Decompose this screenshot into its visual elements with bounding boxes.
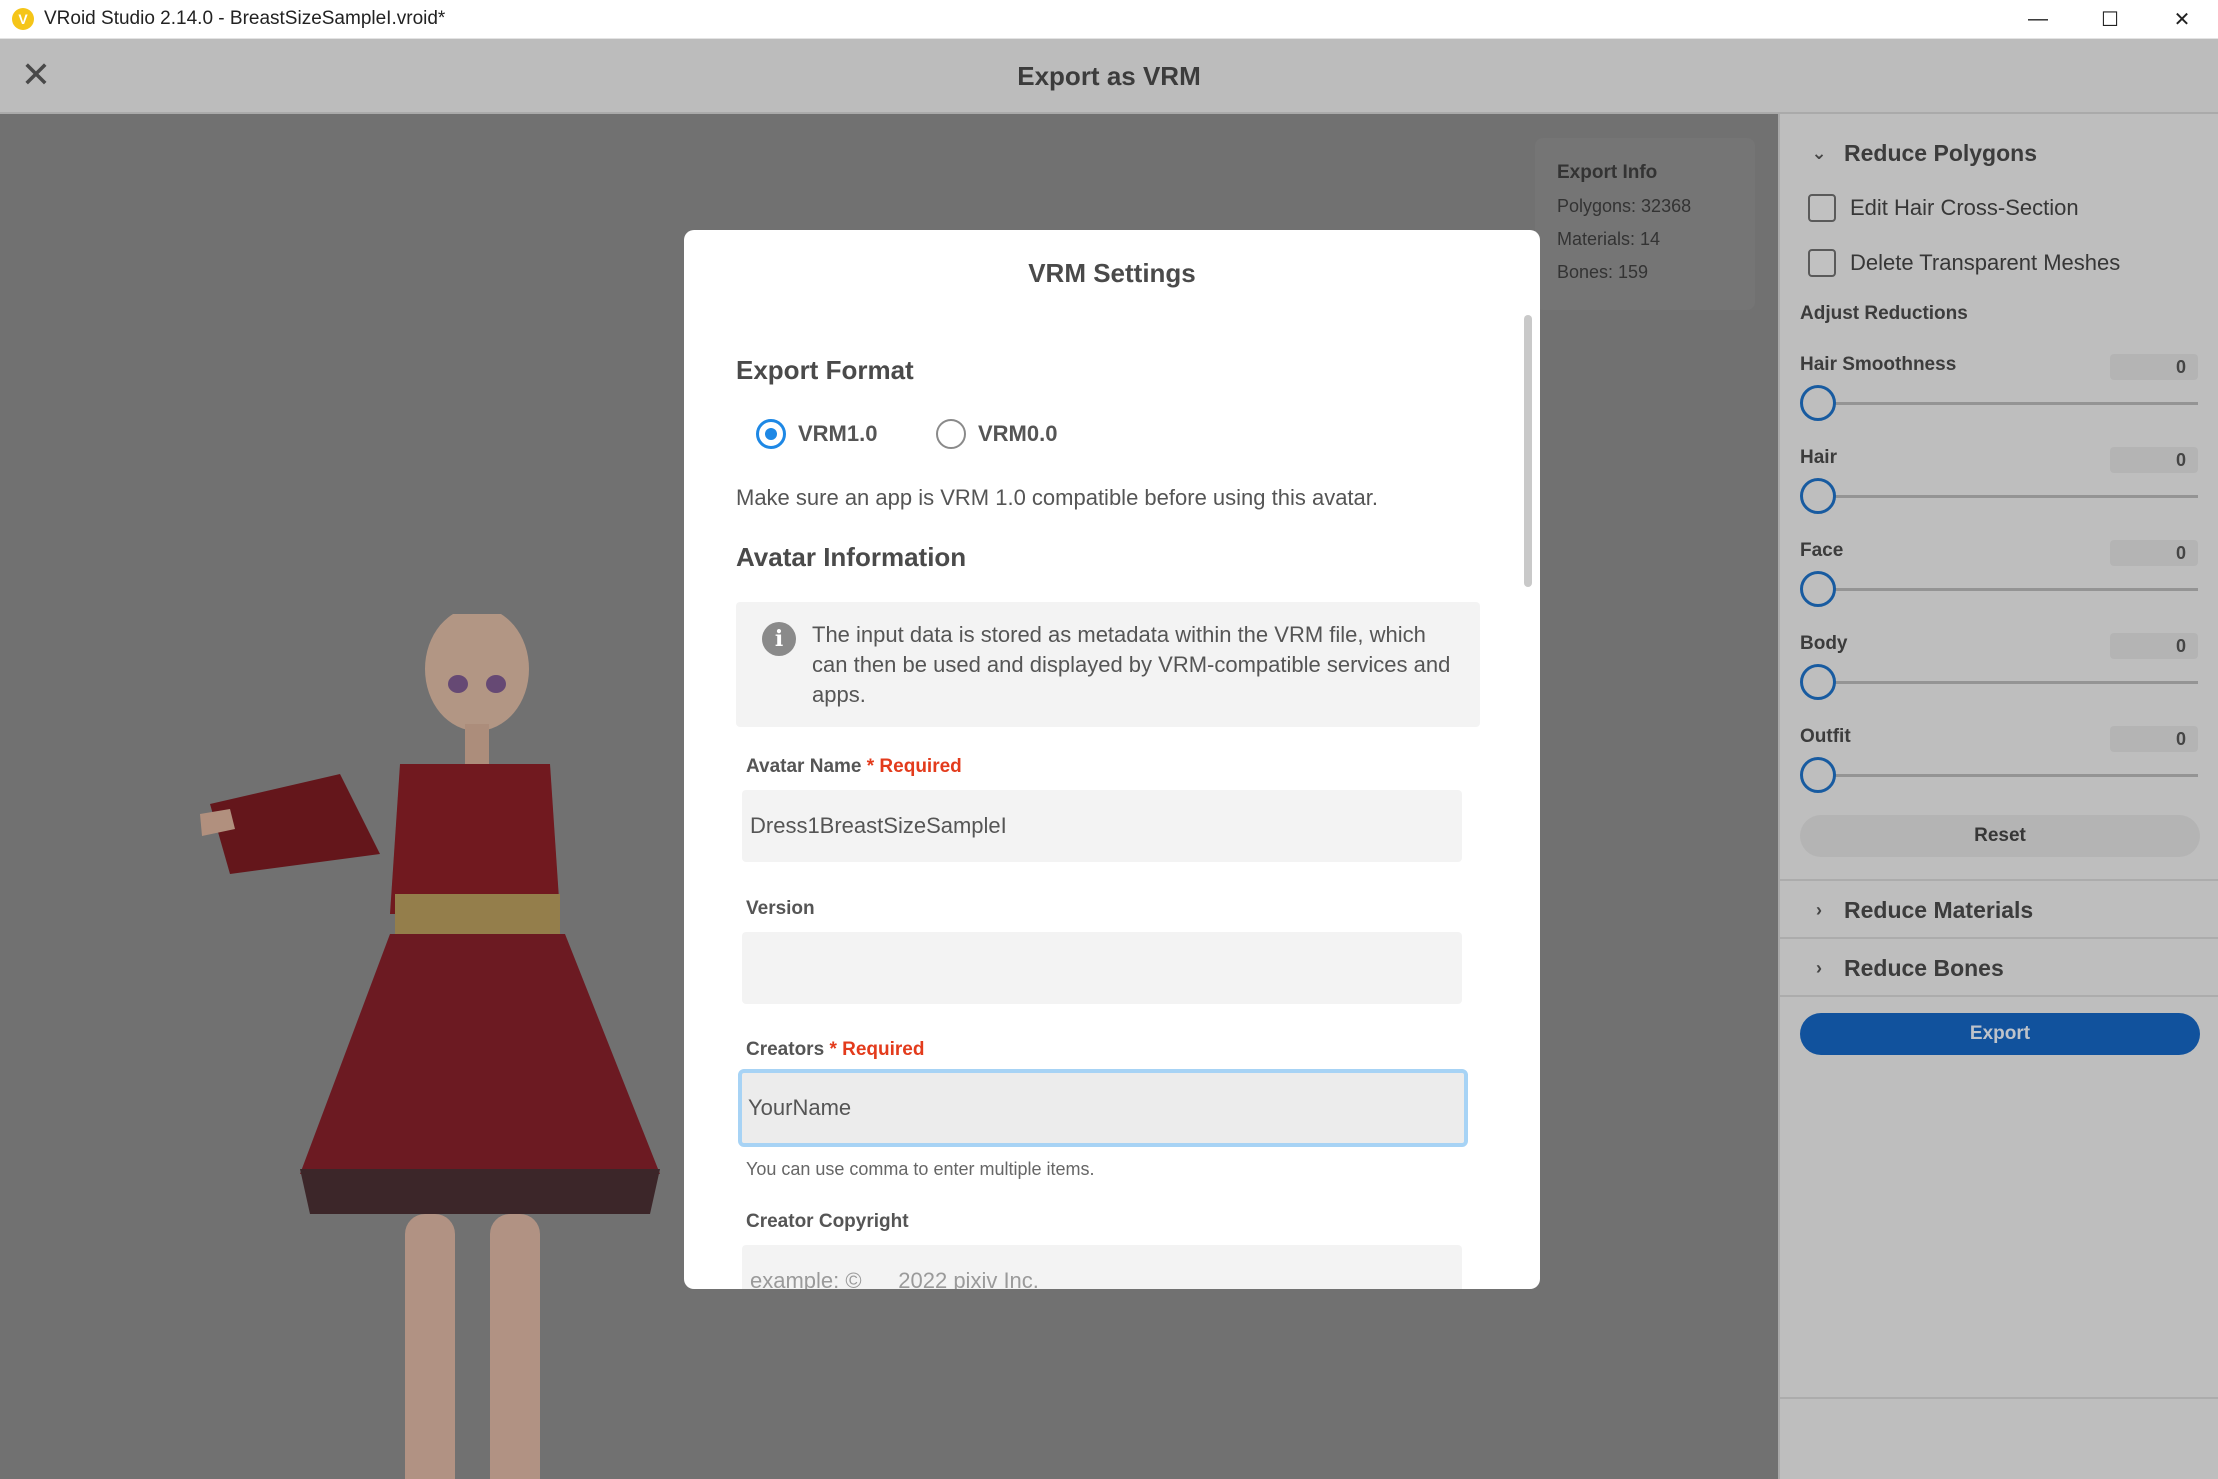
checkbox-label: Edit Hair Cross-Section — [1850, 195, 2079, 220]
reduce-polygons-label: Reduce Polygons — [1844, 140, 2037, 166]
edit-hair-cross-section-checkbox[interactable]: Edit Hair Cross-Section — [1808, 194, 2079, 222]
slider-value-outfit[interactable]: 0 — [2110, 726, 2198, 752]
reduce-materials-label: Reduce Materials — [1844, 897, 2034, 923]
window-titlebar: V VRoid Studio 2.14.0 - BreastSizeSample… — [0, 0, 2218, 39]
radio-label: VRM0.0 — [978, 421, 1058, 446]
required-marker: * Required — [829, 1039, 925, 1060]
slider-label-face: Face — [1800, 540, 1844, 561]
required-marker: * Required — [866, 756, 962, 777]
dialog-title: VRM Settings — [1028, 258, 1196, 288]
creators-label: Creators * Required — [746, 1039, 924, 1061]
compatibility-note: Make sure an app is VRM 1.0 compatible b… — [736, 485, 1379, 510]
info-box: i The input data is stored as metadata w… — [736, 602, 1480, 727]
radio-button-selected[interactable] — [756, 419, 786, 449]
divider — [1780, 1397, 2218, 1399]
slider-thumb-face[interactable] — [1800, 571, 1836, 607]
reduce-bones-label: Reduce Bones — [1844, 955, 2004, 981]
page-title: Export as VRM — [1017, 61, 1201, 91]
slider-track-face[interactable] — [1818, 588, 2198, 591]
slider-track-outfit[interactable] — [1818, 774, 2198, 777]
divider — [1780, 995, 2218, 997]
avatar-name-input[interactable] — [742, 790, 1462, 862]
slider-label-body: Body — [1800, 633, 1848, 654]
version-label: Version — [746, 898, 815, 919]
radio-vrm1[interactable]: VRM1.0 — [756, 419, 877, 449]
slider-track-hair-smoothness[interactable] — [1818, 402, 2198, 405]
vrm-settings-dialog: VRM Settings Export Format VRM1.0 VRM0.0… — [684, 230, 1540, 1289]
close-window-button[interactable]: ✕ — [2146, 0, 2218, 39]
slider-value-body[interactable]: 0 — [2110, 633, 2198, 659]
creator-copyright-label: Creator Copyright — [746, 1211, 909, 1232]
info-text: The input data is stored as metadata wit… — [812, 622, 1451, 707]
reduce-materials-header[interactable]: › Reduce Materials — [1806, 897, 2033, 924]
reset-button[interactable]: Reset — [1800, 815, 2200, 857]
slider-thumb-body[interactable] — [1800, 664, 1836, 700]
checkbox-label: Delete Transparent Meshes — [1850, 250, 2121, 275]
chevron-down-icon: ⌄ — [1811, 143, 1827, 163]
adjust-reductions-heading: Adjust Reductions — [1800, 303, 1968, 324]
slider-value-hair[interactable]: 0 — [2110, 447, 2198, 473]
vroid-logo-icon: V — [12, 8, 34, 30]
creators-label-text: Creators — [746, 1039, 825, 1060]
avatar-name-label-text: Avatar Name — [746, 756, 862, 777]
info-icon: i — [762, 622, 796, 656]
avatar-information-heading: Avatar Information — [736, 542, 967, 572]
avatar-model-image — [200, 614, 660, 1479]
creators-hint: You can use comma to enter multiple item… — [746, 1159, 1095, 1179]
radio-button[interactable] — [936, 419, 966, 449]
creator-copyright-input[interactable] — [742, 1245, 1462, 1289]
window-controls: — ☐ ✕ — [2002, 0, 2218, 39]
maximize-button[interactable]: ☐ — [2074, 0, 2146, 39]
checkbox-box[interactable] — [1808, 249, 1836, 277]
slider-value-hair-smoothness[interactable]: 0 — [2110, 354, 2198, 380]
radio-label: VRM1.0 — [798, 421, 878, 446]
polygons-count: Polygons: 32368 — [1557, 196, 1692, 216]
chevron-right-icon: › — [1816, 900, 1822, 920]
avatar-name-label: Avatar Name * Required — [746, 756, 962, 778]
creators-input[interactable] — [738, 1069, 1468, 1147]
slider-track-hair[interactable] — [1818, 495, 2198, 498]
dialog-scrollbar[interactable] — [1524, 315, 1532, 587]
reduce-polygons-header[interactable]: ⌄ Reduce Polygons — [1806, 140, 2037, 167]
window-title: VRoid Studio 2.14.0 - BreastSizeSampleI.… — [44, 8, 446, 29]
export-button[interactable]: Export — [1800, 1013, 2200, 1055]
minimize-button[interactable]: — — [2002, 0, 2074, 39]
bones-count: Bones: 159 — [1557, 262, 1649, 282]
chevron-right-icon: › — [1816, 958, 1822, 978]
slider-thumb-hair-smoothness[interactable] — [1800, 385, 1836, 421]
radio-vrm0[interactable]: VRM0.0 — [936, 419, 1057, 449]
version-input[interactable] — [742, 932, 1462, 1004]
slider-label-hair: Hair — [1800, 447, 1837, 468]
slider-thumb-outfit[interactable] — [1800, 757, 1836, 793]
export-format-heading: Export Format — [736, 355, 914, 385]
reduce-bones-header[interactable]: › Reduce Bones — [1806, 955, 2004, 982]
slider-value-face[interactable]: 0 — [2110, 540, 2198, 566]
divider — [1780, 937, 2218, 939]
export-header: ✕ Export as VRM — [0, 39, 2218, 114]
slider-label-outfit: Outfit — [1800, 726, 1851, 747]
delete-transparent-meshes-checkbox[interactable]: Delete Transparent Meshes — [1808, 249, 2120, 277]
materials-count: Materials: 14 — [1557, 229, 1661, 249]
divider — [1780, 879, 2218, 881]
slider-thumb-hair[interactable] — [1800, 478, 1836, 514]
slider-track-body[interactable] — [1818, 681, 2198, 684]
checkbox-box[interactable] — [1808, 194, 1836, 222]
export-info-title: Export Info — [1557, 162, 1658, 183]
slider-label-hair-smoothness: Hair Smoothness — [1800, 354, 1957, 375]
export-info-panel: Export Info Polygons: 32368 Materials: 1… — [1535, 138, 1755, 310]
